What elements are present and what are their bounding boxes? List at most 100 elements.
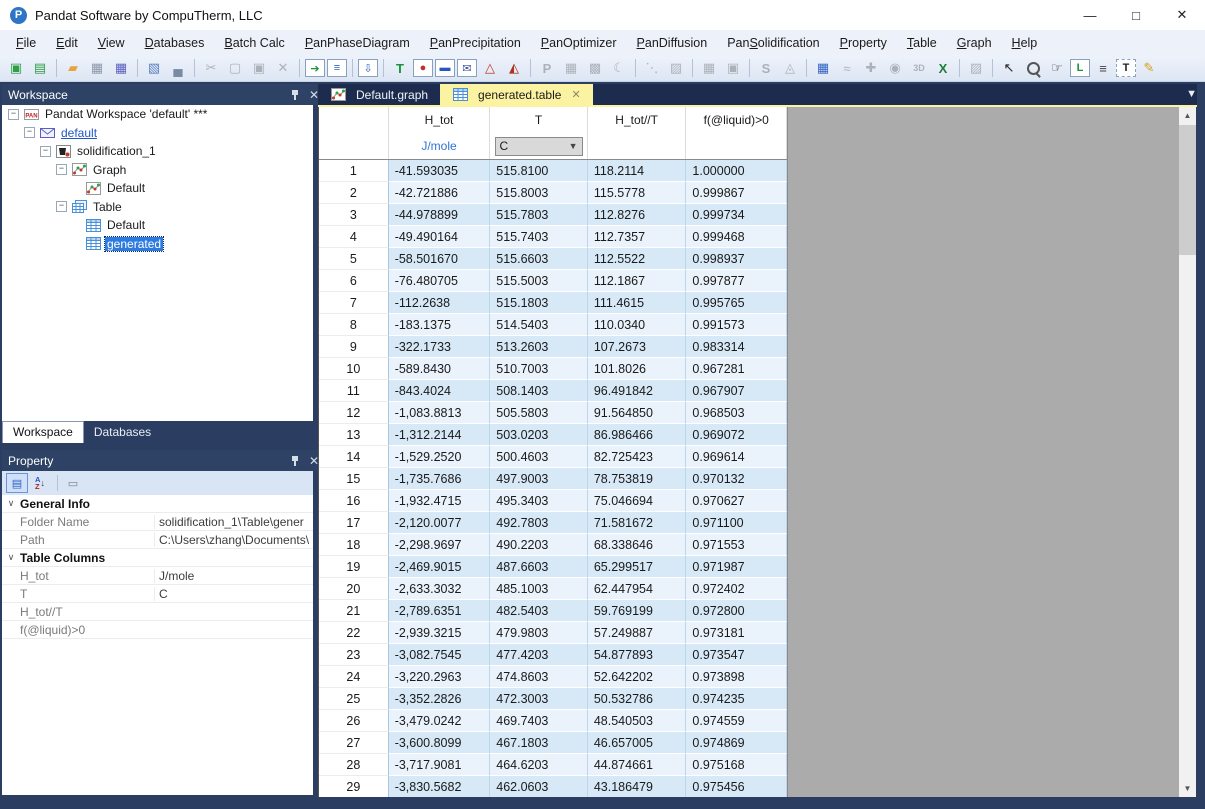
column-header-H_tot//T[interactable]: H_tot//T: [588, 107, 687, 133]
tab-list-chevron-icon[interactable]: ▼: [1186, 88, 1197, 100]
data-cell[interactable]: -2,298.9697: [389, 534, 491, 556]
doc-tab-generated-table[interactable]: generated.table✕: [440, 84, 593, 105]
data-cell[interactable]: -112.2638: [389, 292, 491, 314]
data-cell[interactable]: 492.7803: [490, 512, 588, 534]
row-number-cell[interactable]: 22: [319, 622, 389, 644]
data-cell[interactable]: 515.5003: [490, 270, 588, 292]
minimize-button[interactable]: —: [1067, 1, 1113, 30]
data-cell[interactable]: 59.769199: [588, 600, 687, 622]
data-cell[interactable]: 68.338646: [588, 534, 687, 556]
row-number-cell[interactable]: 11: [319, 380, 389, 402]
data-cell[interactable]: 477.4203: [490, 644, 588, 666]
row-number-cell[interactable]: 15: [319, 468, 389, 490]
data-cell[interactable]: 71.581672: [588, 512, 687, 534]
data-cell[interactable]: -3,352.2826: [389, 688, 491, 710]
data-cell[interactable]: 0.969072: [686, 424, 787, 446]
data-cell[interactable]: -1,312.2144: [389, 424, 491, 446]
pan-hand-icon[interactable]: ☞: [1046, 58, 1068, 79]
data-cell[interactable]: 515.8100: [490, 160, 588, 182]
data-cell[interactable]: 474.8603: [490, 666, 588, 688]
row-number-cell[interactable]: 13: [319, 424, 389, 446]
select-cursor-icon[interactable]: ↖: [998, 58, 1020, 79]
row-number-cell[interactable]: 16: [319, 490, 389, 512]
data-cell[interactable]: 0.971553: [686, 534, 787, 556]
data-cell[interactable]: 1.000000: [686, 160, 787, 182]
data-cell[interactable]: -3,082.7545: [389, 644, 491, 666]
data-cell[interactable]: -1,529.2520: [389, 446, 491, 468]
data-cell[interactable]: -2,469.9015: [389, 556, 491, 578]
row-number-cell[interactable]: 25: [319, 688, 389, 710]
property-row-f-liquid-0[interactable]: f(@liquid)>0: [2, 621, 313, 639]
data-cell[interactable]: 54.877893: [588, 644, 687, 666]
data-cell[interactable]: -49.490164: [389, 226, 491, 248]
data-cell[interactable]: 464.6203: [490, 754, 588, 776]
expand-toggle-icon[interactable]: −: [56, 201, 67, 212]
data-cell[interactable]: 0.972800: [686, 600, 787, 622]
data-cell[interactable]: 514.5403: [490, 314, 588, 336]
data-cell[interactable]: 0.971987: [686, 556, 787, 578]
data-cell[interactable]: 112.7357: [588, 226, 687, 248]
row-number-cell[interactable]: 14: [319, 446, 389, 468]
property-row-folder-name[interactable]: Folder Namesolidification_1\Table\gener: [2, 513, 313, 531]
data-cell[interactable]: 482.5403: [490, 600, 588, 622]
collapse-chevron-icon[interactable]: ∨: [2, 552, 20, 563]
save-all-icon[interactable]: ▦: [110, 58, 132, 79]
data-cell[interactable]: 515.6603: [490, 248, 588, 270]
row-number-cell[interactable]: 12: [319, 402, 389, 424]
row-number-cell[interactable]: 20: [319, 578, 389, 600]
zoom-icon[interactable]: [1022, 58, 1044, 79]
row-number-cell[interactable]: 24: [319, 666, 389, 688]
tab-databases[interactable]: Databases: [84, 422, 161, 443]
data-cell[interactable]: 112.1867: [588, 270, 687, 292]
data-cell[interactable]: -3,220.2963: [389, 666, 491, 688]
menu-batch-calc[interactable]: Batch Calc: [214, 32, 294, 54]
row-number-cell[interactable]: 21: [319, 600, 389, 622]
data-cell[interactable]: 0.968503: [686, 402, 787, 424]
data-cell[interactable]: 487.6603: [490, 556, 588, 578]
data-cell[interactable]: 0.971100: [686, 512, 787, 534]
data-cell[interactable]: -1,735.7686: [389, 468, 491, 490]
data-cell[interactable]: 115.5778: [588, 182, 687, 204]
row-number-cell[interactable]: 1: [319, 160, 389, 182]
data-cell[interactable]: -2,120.0077: [389, 512, 491, 534]
data-cell[interactable]: 0.999734: [686, 204, 787, 226]
column-header-T[interactable]: T: [490, 107, 588, 133]
data-cell[interactable]: 510.7003: [490, 358, 588, 380]
add-text-icon[interactable]: T: [1116, 59, 1136, 77]
data-cell[interactable]: -3,600.8099: [389, 732, 491, 754]
data-cell[interactable]: 0.999468: [686, 226, 787, 248]
menu-panprecipitation[interactable]: PanPrecipitation: [420, 32, 531, 54]
data-cell[interactable]: 62.447954: [588, 578, 687, 600]
data-cell[interactable]: -589.8430: [389, 358, 491, 380]
print-preview-icon[interactable]: ▧: [143, 58, 165, 79]
open-workspace-icon[interactable]: ▤: [29, 58, 51, 79]
scrollbar-thumb[interactable]: [1179, 125, 1196, 255]
data-cell[interactable]: 107.2673: [588, 336, 687, 358]
maximize-button[interactable]: □: [1113, 1, 1159, 30]
tree-item-default[interactable]: Default: [2, 216, 313, 235]
tree-item-generated[interactable]: generated: [2, 235, 313, 254]
tree-item-default[interactable]: Default: [2, 179, 313, 198]
data-cell[interactable]: 43.186479: [588, 776, 687, 797]
row-number-cell[interactable]: 8: [319, 314, 389, 336]
data-cell[interactable]: 0.972402: [686, 578, 787, 600]
data-cell[interactable]: -3,830.5682: [389, 776, 491, 797]
property-category-general-info[interactable]: ∨General Info: [2, 495, 313, 513]
unit-link-jmole[interactable]: J/mole: [421, 139, 456, 153]
collapse-chevron-icon[interactable]: ∨: [2, 498, 20, 509]
row-number-cell[interactable]: 7: [319, 292, 389, 314]
data-cell[interactable]: 57.249887: [588, 622, 687, 644]
legend-icon[interactable]: L: [1070, 59, 1090, 77]
property-category-table-columns[interactable]: ∨Table Columns: [2, 549, 313, 567]
tab-close-icon[interactable]: ✕: [571, 88, 580, 101]
data-cell[interactable]: 0.967907: [686, 380, 787, 402]
edit-pencil-icon[interactable]: ✎: [1138, 58, 1160, 79]
row-number-cell[interactable]: 2: [319, 182, 389, 204]
data-cell[interactable]: 0.975168: [686, 754, 787, 776]
data-cell[interactable]: -41.593035: [389, 160, 491, 182]
data-cell[interactable]: 515.1803: [490, 292, 588, 314]
menu-edit[interactable]: Edit: [46, 32, 88, 54]
print-icon[interactable]: ▄: [167, 58, 189, 79]
solidification-calc-icon[interactable]: ◭: [503, 58, 525, 79]
data-cell[interactable]: -3,717.9081: [389, 754, 491, 776]
